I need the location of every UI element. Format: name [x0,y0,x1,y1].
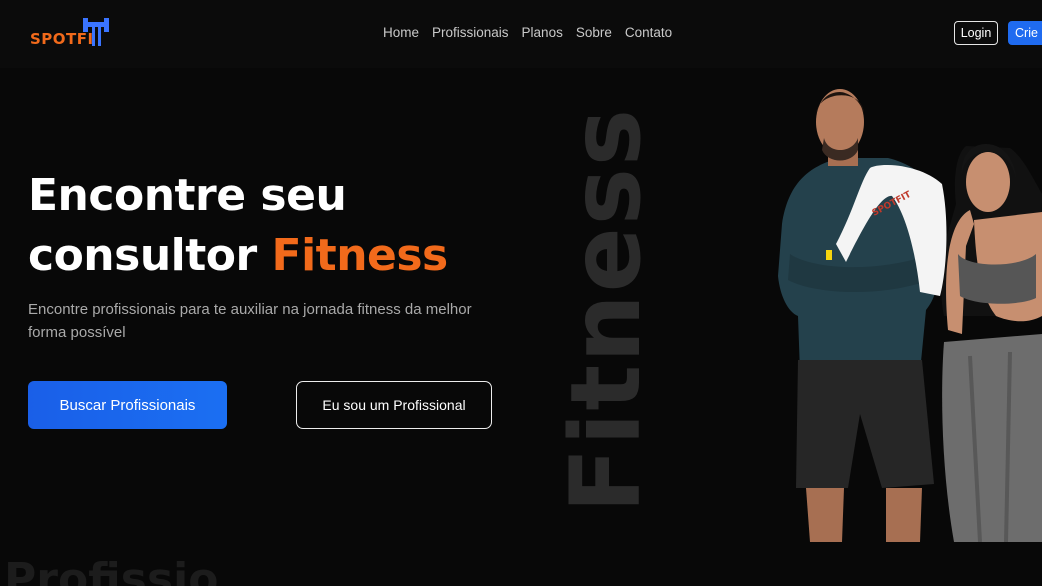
hero-title-accent: Fitness [271,230,449,281]
i-am-professional-button[interactable]: Eu sou um Profissional [296,381,492,429]
create-account-button[interactable]: Crie [1008,21,1042,45]
nav-link-planos[interactable]: Planos [522,25,563,40]
hero-title: Encontre seu consultor Fitness [28,166,448,286]
background-word-bottom: Profissio [0,548,260,586]
nav-link-home[interactable]: Home [383,25,419,40]
nav-link-profissionais[interactable]: Profissionais [432,25,509,40]
top-navigation-bar: SPOTFI Home Profissionais Planos Sobre C… [0,0,1042,68]
fitness-models-image: SPOTFIT [778,89,1042,542]
hero-title-line2: consultor [28,230,272,281]
dumbbell-logo-icon [83,18,109,46]
nav-link-contato[interactable]: Contato [625,25,672,40]
hero-title-line1: Encontre seu [28,170,347,221]
search-professionals-button[interactable]: Buscar Profissionais [28,381,227,429]
spotfit-logo[interactable]: SPOTFI [30,16,114,52]
woman-figure [941,144,1042,542]
nav-link-sobre[interactable]: Sobre [576,25,612,40]
background-fitness-word: Fitness [550,106,662,514]
login-button[interactable]: Login [954,21,998,45]
background-word-bottom-text: Profissio [4,554,219,586]
main-navigation: Home Profissionais Planos Sobre Contato [383,25,672,40]
hero-subtitle: Encontre profissionais para te auxiliar … [28,301,472,341]
man-figure: SPOTFIT [778,89,947,542]
